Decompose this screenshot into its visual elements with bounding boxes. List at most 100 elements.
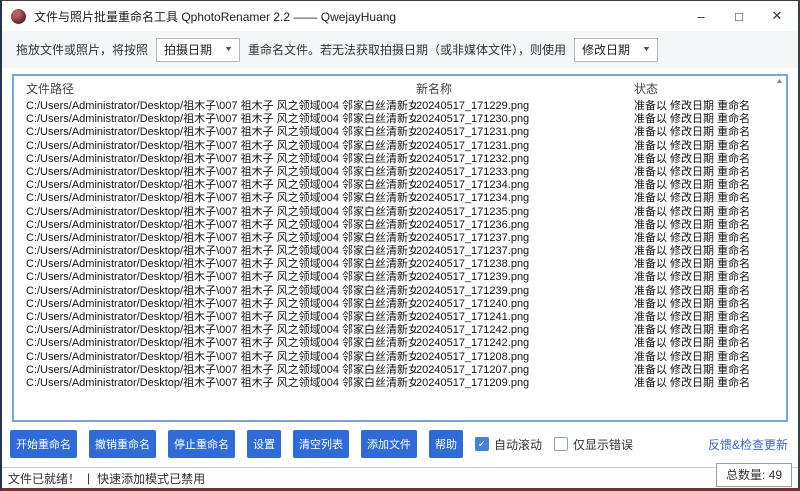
column-header-path: 文件路径 — [26, 80, 416, 97]
table-row[interactable]: C:/Users/Administrator/Desktop/祖木子\007 祖… — [14, 337, 786, 350]
minimize-button[interactable]: – — [682, 2, 720, 30]
auto-scroll-checkbox[interactable]: ✓ 自动滚动 — [475, 436, 542, 453]
app-icon — [11, 9, 26, 24]
file-table-body: C:/Users/Administrator/Desktop/祖木子\007 祖… — [14, 100, 786, 390]
capture-date-select[interactable]: 拍摄日期 ▼ — [156, 38, 240, 62]
titlebar: 文件与照片批量重命名工具 QphotoRenamer 2.2 —— Qwejay… — [2, 1, 798, 31]
table-row[interactable]: C:/Users/Administrator/Desktop/祖木子\007 祖… — [14, 245, 786, 258]
table-row[interactable]: C:/Users/Administrator/Desktop/祖木子\007 祖… — [14, 364, 786, 377]
status-cell: 准备以 修改日期 重命名 — [634, 140, 786, 153]
new-name-cell: 20240517_171241.png — [416, 311, 634, 324]
total-count-box: 总数量: 49 — [716, 463, 792, 487]
status-cell: 准备以 修改日期 重命名 — [634, 324, 786, 337]
undo-rename-button[interactable]: 撤销重命名 — [89, 430, 156, 458]
table-row[interactable]: C:/Users/Administrator/Desktop/祖木子\007 祖… — [14, 232, 786, 245]
stop-rename-button[interactable]: 停止重命名 — [168, 430, 235, 458]
status-cell: 准备以 修改日期 重命名 — [634, 351, 786, 364]
status-cell: 准备以 修改日期 重命名 — [634, 100, 786, 113]
file-path-cell: C:/Users/Administrator/Desktop/祖木子\007 祖… — [26, 245, 416, 258]
feedback-update-link[interactable]: 反馈&检查更新 — [708, 436, 790, 453]
new-name-cell: 20240517_171207.png — [416, 364, 634, 377]
table-header-row: 文件路径 新名称 状态 — [14, 76, 786, 100]
table-row[interactable]: C:/Users/Administrator/Desktop/祖木子\007 祖… — [14, 113, 786, 126]
status-separator: | — [87, 471, 90, 485]
checkbox-box-icon — [554, 437, 568, 451]
file-path-cell: C:/Users/Administrator/Desktop/祖木子\007 祖… — [26, 298, 416, 311]
new-name-cell: 20240517_171235.png — [416, 206, 634, 219]
new-name-cell: 20240517_171238.png — [416, 258, 634, 271]
scrollbar-up-icon: ▲ — [775, 78, 784, 85]
checkbox-check-icon: ✓ — [475, 437, 489, 451]
status-cell: 准备以 修改日期 重命名 — [634, 245, 786, 258]
fallback-date-value: 修改日期 — [582, 41, 630, 58]
table-row[interactable]: C:/Users/Administrator/Desktop/祖木子\007 祖… — [14, 271, 786, 284]
new-name-cell: 20240517_171230.png — [416, 113, 634, 126]
table-row[interactable]: C:/Users/Administrator/Desktop/祖木子\007 祖… — [14, 258, 786, 271]
table-row[interactable]: C:/Users/Administrator/Desktop/祖木子\007 祖… — [14, 377, 786, 390]
toolbar: 拖放文件或照片，将按照 拍摄日期 ▼ 重命名文件。若无法获取拍摄日期（或非媒体文… — [2, 31, 798, 68]
status-cell: 准备以 修改日期 重命名 — [634, 192, 786, 205]
status-cell: 准备以 修改日期 重命名 — [634, 219, 786, 232]
table-row[interactable]: C:/Users/Administrator/Desktop/祖木子\007 祖… — [14, 166, 786, 179]
table-row[interactable]: C:/Users/Administrator/Desktop/祖木子\007 祖… — [14, 206, 786, 219]
status-cell: 准备以 修改日期 重命名 — [634, 337, 786, 350]
status-cell: 准备以 修改日期 重命名 — [634, 311, 786, 324]
new-name-cell: 20240517_171237.png — [416, 245, 634, 258]
new-name-cell: 20240517_171231.png — [416, 140, 634, 153]
table-row[interactable]: C:/Users/Administrator/Desktop/祖木子\007 祖… — [14, 285, 786, 298]
file-path-cell: C:/Users/Administrator/Desktop/祖木子\007 祖… — [26, 271, 416, 284]
status-cell: 准备以 修改日期 重命名 — [634, 258, 786, 271]
status-cell: 准备以 修改日期 重命名 — [634, 364, 786, 377]
table-row[interactable]: C:/Users/Administrator/Desktop/祖木子\007 祖… — [14, 153, 786, 166]
total-count-value: 49 — [769, 468, 782, 482]
table-row[interactable]: C:/Users/Administrator/Desktop/祖木子\007 祖… — [14, 179, 786, 192]
start-rename-button[interactable]: 开始重命名 — [10, 430, 77, 458]
add-files-button[interactable]: 添加文件 — [361, 430, 417, 458]
settings-button[interactable]: 设置 — [247, 430, 281, 458]
file-path-cell: C:/Users/Administrator/Desktop/祖木子\007 祖… — [26, 179, 416, 192]
table-row[interactable]: C:/Users/Administrator/Desktop/祖木子\007 祖… — [14, 126, 786, 139]
clear-list-button[interactable]: 清空列表 — [293, 430, 349, 458]
status-mode-message: 快速添加模式已禁用 — [97, 470, 205, 487]
file-path-cell: C:/Users/Administrator/Desktop/祖木子\007 祖… — [26, 337, 416, 350]
table-row[interactable]: C:/Users/Administrator/Desktop/祖木子\007 祖… — [14, 311, 786, 324]
table-row[interactable]: C:/Users/Administrator/Desktop/祖木子\007 祖… — [14, 219, 786, 232]
new-name-cell: 20240517_171239.png — [416, 271, 634, 284]
file-path-cell: C:/Users/Administrator/Desktop/祖木子\007 祖… — [26, 166, 416, 179]
new-name-cell: 20240517_171234.png — [416, 179, 634, 192]
table-row[interactable]: C:/Users/Administrator/Desktop/祖木子\007 祖… — [14, 192, 786, 205]
new-name-cell: 20240517_171229.png — [416, 100, 634, 113]
new-name-cell: 20240517_171242.png — [416, 337, 634, 350]
status-cell: 准备以 修改日期 重命名 — [634, 153, 786, 166]
table-row[interactable]: C:/Users/Administrator/Desktop/祖木子\007 祖… — [14, 298, 786, 311]
status-cell: 准备以 修改日期 重命名 — [634, 206, 786, 219]
maximize-button[interactable]: □ — [720, 2, 758, 30]
show-errors-only-label: 仅显示错误 — [573, 436, 633, 453]
new-name-cell: 20240517_171234.png — [416, 192, 634, 205]
new-name-cell: 20240517_171233.png — [416, 166, 634, 179]
table-row[interactable]: C:/Users/Administrator/Desktop/祖木子\007 祖… — [14, 351, 786, 364]
action-bar: 开始重命名撤销重命名停止重命名设置清空列表添加文件帮助 ✓ 自动滚动 仅显示错误… — [2, 426, 798, 462]
file-path-cell: C:/Users/Administrator/Desktop/祖木子\007 祖… — [26, 364, 416, 377]
show-errors-only-checkbox[interactable]: 仅显示错误 — [554, 436, 633, 453]
file-path-cell: C:/Users/Administrator/Desktop/祖木子\007 祖… — [26, 126, 416, 139]
file-path-cell: C:/Users/Administrator/Desktop/祖木子\007 祖… — [26, 351, 416, 364]
table-row[interactable]: C:/Users/Administrator/Desktop/祖木子\007 祖… — [14, 324, 786, 337]
table-row[interactable]: C:/Users/Administrator/Desktop/祖木子\007 祖… — [14, 140, 786, 153]
file-path-cell: C:/Users/Administrator/Desktop/祖木子\007 祖… — [26, 232, 416, 245]
table-row[interactable]: C:/Users/Administrator/Desktop/祖木子\007 祖… — [14, 100, 786, 113]
file-path-cell: C:/Users/Administrator/Desktop/祖木子\007 祖… — [26, 377, 416, 390]
close-button[interactable]: ✕ — [758, 2, 796, 30]
table-scrollbar[interactable]: ▲ — [773, 76, 786, 420]
help-button[interactable]: 帮助 — [429, 430, 463, 458]
column-header-newname: 新名称 — [416, 80, 634, 97]
new-name-cell: 20240517_171242.png — [416, 324, 634, 337]
status-cell: 准备以 修改日期 重命名 — [634, 285, 786, 298]
new-name-cell: 20240517_171209.png — [416, 377, 634, 390]
status-ready-message: 文件已就绪！ — [8, 470, 80, 487]
file-path-cell: C:/Users/Administrator/Desktop/祖木子\007 祖… — [26, 311, 416, 324]
fallback-date-select[interactable]: 修改日期 ▼ — [574, 38, 658, 62]
toolbar-text-prefix: 拖放文件或照片，将按照 — [16, 41, 148, 58]
action-buttons: 开始重命名撤销重命名停止重命名设置清空列表添加文件帮助 — [10, 430, 463, 458]
total-count-label: 总数量: — [726, 468, 765, 482]
